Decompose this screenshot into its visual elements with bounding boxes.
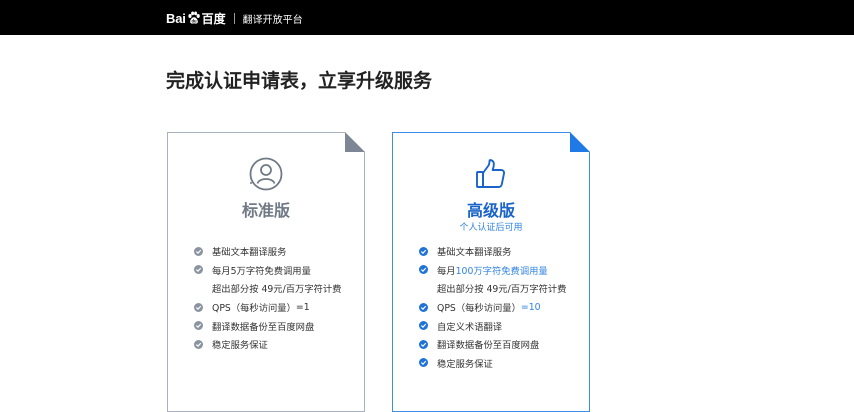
- feature-text: 翻译数据备份至百度网盘: [212, 321, 315, 333]
- check-icon: [194, 339, 203, 349]
- brand-logo[interactable]: Bai du 百度 翻译开放平台: [166, 8, 303, 28]
- feature-item: 自定义术语翻译: [419, 316, 566, 335]
- plan-card-premium[interactable]: 高级版 个人认证后可用 基础文本翻译服务 每月 100万字符免费调用量 超出部分按…: [392, 132, 590, 412]
- check-icon: [419, 339, 428, 349]
- platform-name: 翻译开放平台: [242, 14, 303, 26]
- feature-text-prefix: QPS（每秒访问量）: [212, 303, 296, 315]
- brand-divider: [233, 12, 235, 24]
- feature-text-highlight: =1: [295, 301, 310, 313]
- feature-item: 每月 100万字符免费调用量: [419, 261, 566, 280]
- check-icon: [419, 321, 428, 331]
- feature-item: 翻译数据备份至百度网盘: [419, 335, 566, 354]
- feature-text: 基础文本翻译服务: [212, 247, 287, 259]
- page-title: 完成认证申请表，立享升级服务: [166, 70, 433, 92]
- plan-name-premium: 高级版: [466, 201, 515, 220]
- feature-item: 每月 5万字符免费调用量: [194, 261, 341, 280]
- check-icon: [194, 246, 203, 256]
- feature-item: 超出部分按 49元/百万字符计费: [419, 279, 566, 298]
- feature-text: 稳定服务保证: [437, 358, 493, 370]
- plan-card-standard[interactable]: 标准版 基础文本翻译服务 每月 5万字符免费调用量 超出部分按 49元/百万字符计…: [167, 132, 365, 412]
- check-icon: [419, 302, 428, 312]
- feature-text: 翻译数据备份至百度网盘: [437, 340, 540, 352]
- feature-item: 超出部分按 49元/百万字符计费: [194, 279, 341, 298]
- feature-list-premium: 基础文本翻译服务 每月 100万字符免费调用量 超出部分按 49元/百万字符计费 …: [419, 242, 566, 372]
- corner-fold: [345, 132, 365, 152]
- check-icon: [194, 302, 203, 312]
- feature-item: 基础文本翻译服务: [194, 242, 341, 261]
- feature-item: QPS（每秒访问量） =10: [419, 298, 566, 317]
- check-icon: [194, 321, 203, 331]
- feature-text-highlight: 100万字符免费调用量: [455, 265, 548, 277]
- thumbs-up-icon: [476, 159, 506, 188]
- top-nav-bar: Bai du 百度 翻译开放平台: [0, 0, 854, 35]
- feature-item: 稳定服务保证: [194, 335, 341, 354]
- feature-list-standard: 基础文本翻译服务 每月 5万字符免费调用量 超出部分按 49元/百万字符计费 QP…: [194, 242, 341, 354]
- feature-text-highlight: =10: [520, 301, 541, 313]
- feature-text: 稳定服务保证: [212, 340, 268, 352]
- logo-text-bai: Bai: [166, 10, 186, 26]
- feature-text: 超出部分按 49元/百万字符计费: [212, 284, 342, 296]
- feature-text: 超出部分按 49元/百万字符计费: [437, 284, 567, 296]
- svg-text:du: du: [191, 19, 197, 24]
- user-circle-icon: [249, 157, 283, 191]
- feature-text-prefix: QPS（每秒访问量）: [437, 303, 521, 315]
- check-icon: [419, 265, 428, 275]
- check-icon: [419, 358, 428, 368]
- baidu-paw-icon: du: [188, 11, 200, 24]
- plan-name-standard: 标准版: [241, 201, 290, 220]
- feature-text: 自定义术语翻译: [437, 321, 503, 333]
- corner-fold: [570, 132, 590, 152]
- check-icon: [194, 265, 203, 275]
- feature-item: 翻译数据备份至百度网盘: [194, 316, 341, 335]
- feature-item: QPS（每秒访问量） =1: [194, 298, 341, 317]
- feature-text-prefix: 每月: [212, 265, 231, 277]
- check-icon: [419, 246, 428, 256]
- feature-item: 基础文本翻译服务: [419, 242, 566, 261]
- logo-text-baidu-cn: 百度: [201, 11, 226, 26]
- feature-item: 稳定服务保证: [419, 354, 566, 373]
- feature-text: 基础文本翻译服务: [437, 247, 512, 259]
- plan-requirement-note: 个人认证后可用: [459, 223, 523, 233]
- feature-text-highlight: 5万字符免费调用量: [230, 265, 311, 277]
- feature-text-prefix: 每月: [437, 265, 456, 277]
